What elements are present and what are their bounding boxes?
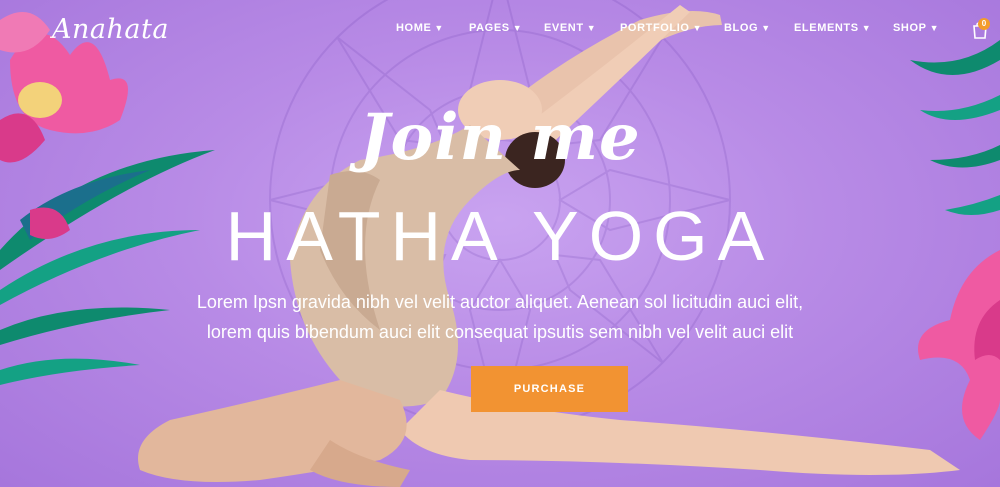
chevron-down-icon: ▼	[861, 23, 872, 33]
chevron-down-icon: ▼	[434, 23, 444, 33]
nav-item-label: PORTFOLIO	[620, 22, 690, 34]
nav-item-label: EVENT	[544, 22, 584, 34]
nav-item-label: PAGES	[469, 22, 510, 34]
hero-description-line: Lorem Ipsn gravida nibh vel velit auctor…	[196, 292, 804, 312]
nav-item-elements[interactable]: ELEMENTS ▼	[794, 22, 871, 34]
nav-item-pages[interactable]: PAGES ▼	[469, 22, 522, 34]
nav-item-event[interactable]: EVENT ▼	[544, 22, 596, 34]
hero-script-heading: Join me	[359, 100, 641, 175]
chevron-down-icon: ▼	[586, 23, 597, 33]
nav-item-label: BLOG	[724, 22, 759, 34]
nav-item-label: ELEMENTS	[794, 22, 859, 34]
nav-item-label: HOME	[396, 22, 432, 34]
nav-item-blog[interactable]: BLOG ▼	[724, 22, 771, 34]
nav-item-home[interactable]: HOME ▼	[396, 22, 444, 34]
cart-count-badge: 0	[978, 18, 990, 30]
chevron-down-icon: ▼	[761, 23, 771, 33]
hero-section: Anahata HOME ▼ PAGES ▼ EVENT ▼ PORTFOLIO ▼ B…	[0, 0, 1000, 487]
nav-item-label: SHOP	[893, 22, 927, 34]
chevron-down-icon: ▼	[512, 23, 523, 33]
purchase-button[interactable]: PURCHASE	[471, 366, 628, 412]
chevron-down-icon: ▼	[692, 23, 703, 33]
hero-description: Lorem Ipsn gravida nibh vel velit auctor…	[0, 287, 1000, 347]
hero-description-line: lorem quis bibendum auci elit consequat …	[206, 322, 794, 342]
hero-title: HATHA YOGA	[225, 197, 775, 275]
nav-item-shop[interactable]: SHOP ▼	[893, 22, 939, 34]
nav-item-portfolio[interactable]: PORTFOLIO ▼	[620, 22, 702, 34]
chevron-down-icon: ▼	[929, 23, 940, 33]
site-logo[interactable]: Anahata	[52, 14, 169, 45]
